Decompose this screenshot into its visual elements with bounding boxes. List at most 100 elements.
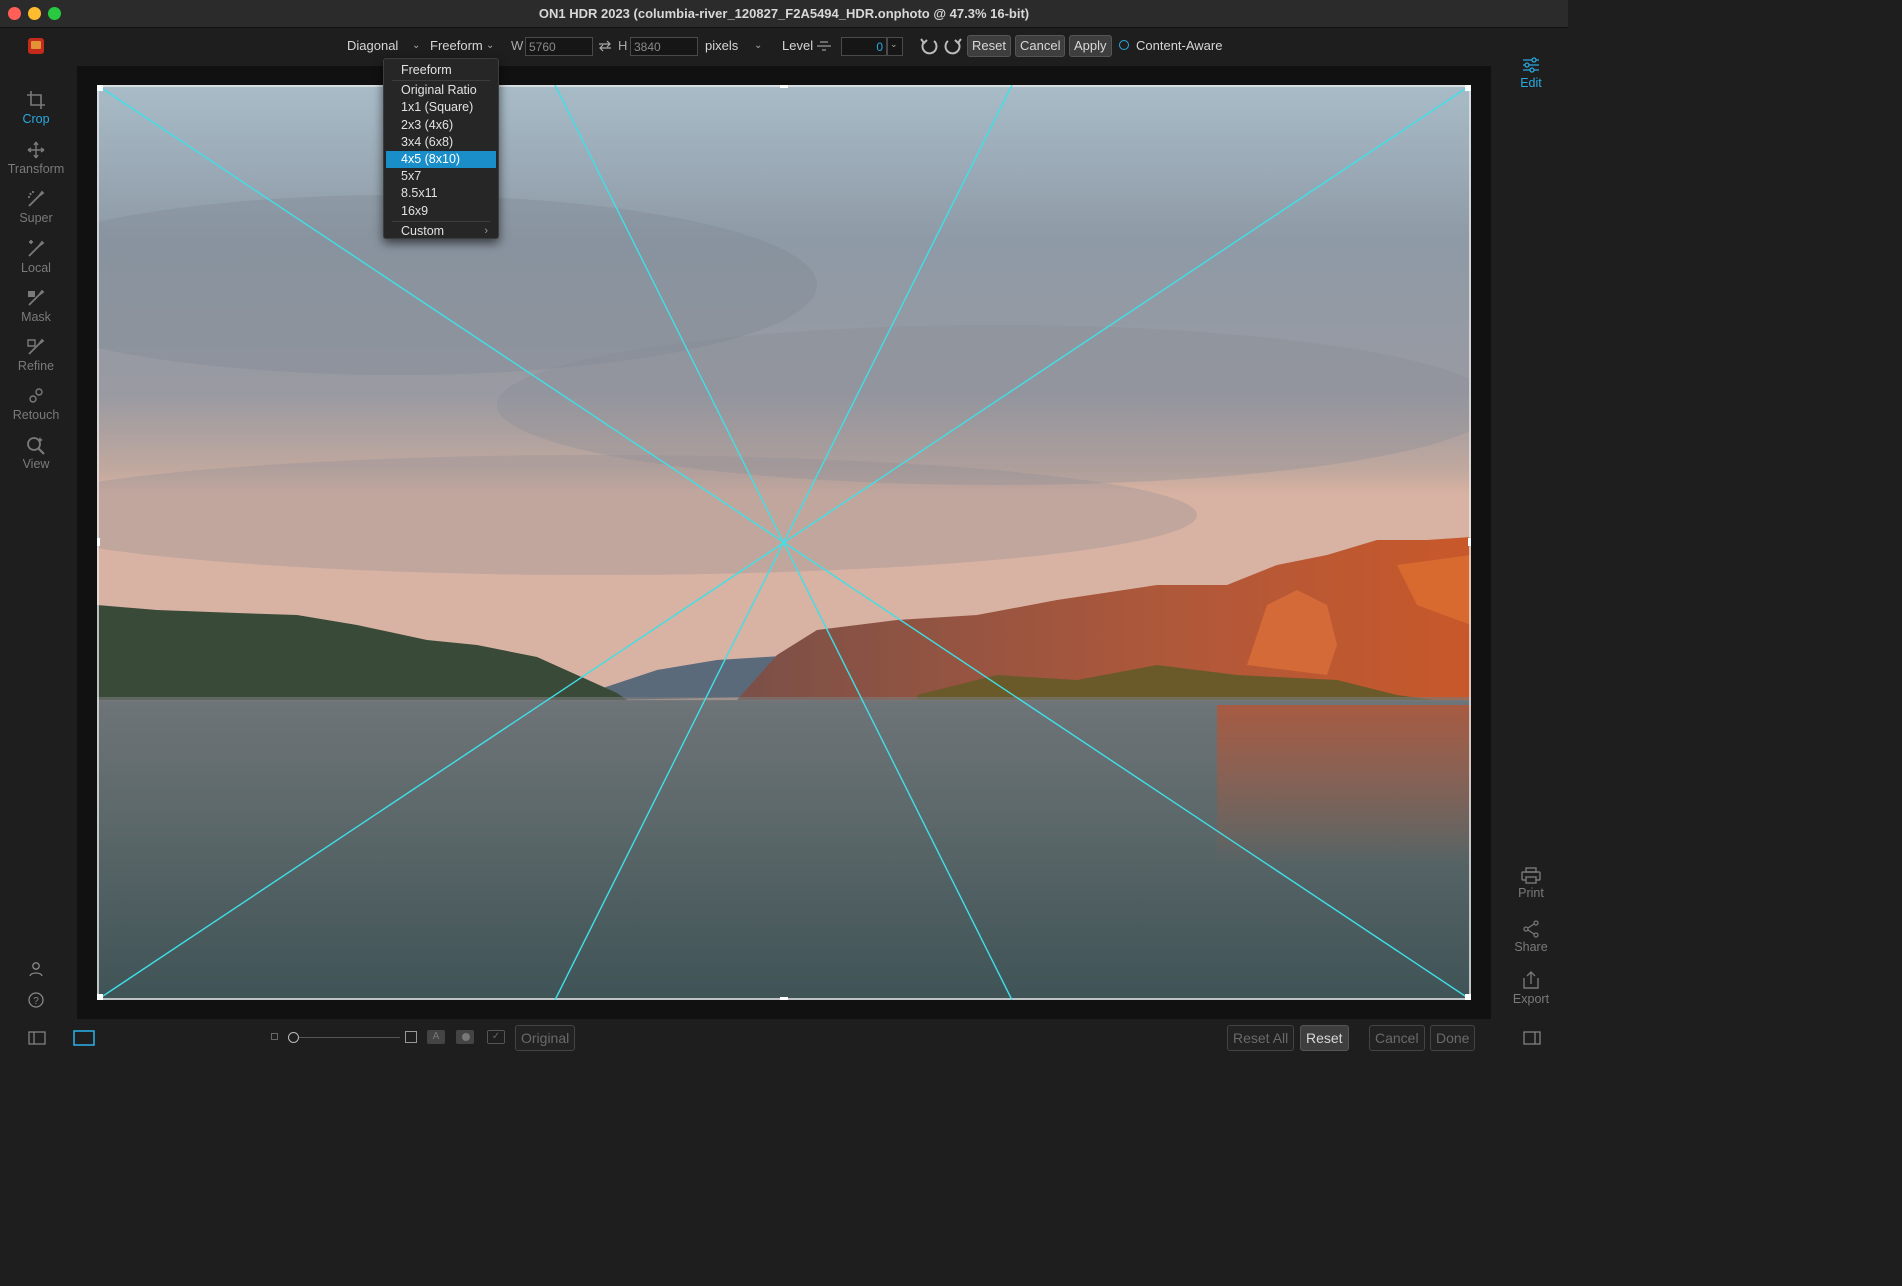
super-brush-icon bbox=[28, 190, 45, 207]
refine-brush-icon bbox=[27, 338, 45, 355]
tool-label: Super bbox=[19, 211, 53, 225]
window-title: ON1 HDR 2023 (columbia-river_120827_F2A5… bbox=[538, 6, 1030, 21]
menu-item-custom[interactable]: Custom › bbox=[384, 223, 498, 240]
crop-handle bbox=[97, 538, 100, 546]
crop-toolbar: Diagonal ⌄ Freeform ⌄ W H pixels ⌄ Level… bbox=[0, 28, 1568, 64]
export-icon bbox=[1523, 971, 1539, 989]
tool-label: Retouch bbox=[12, 408, 60, 422]
crop-handle bbox=[780, 85, 788, 88]
level-label: Level bbox=[782, 38, 814, 53]
level-tool-icon[interactable] bbox=[816, 39, 832, 53]
app-logo-icon bbox=[28, 38, 44, 54]
toggle-right-panel-icon[interactable] bbox=[1523, 1031, 1541, 1045]
menu-item-4x5[interactable]: 4x5 (8x10) bbox=[386, 150, 496, 169]
reset-all-button[interactable]: Reset All bbox=[1227, 1025, 1295, 1051]
menu-item-2x3[interactable]: 2x3 (4x6) bbox=[384, 117, 498, 134]
tool-refine[interactable]: Refine bbox=[0, 337, 72, 373]
module-label: Share bbox=[1514, 940, 1548, 954]
tool-mask[interactable]: Mask bbox=[0, 288, 72, 324]
aspect-ratio-menu: Freeform Original Ratio 1x1 (Square) 2x3… bbox=[383, 58, 499, 239]
tool-local[interactable]: Local bbox=[0, 239, 72, 275]
tool-retouch[interactable]: Retouch bbox=[0, 386, 72, 422]
zoom-slider-thumb[interactable] bbox=[288, 1032, 299, 1043]
tool-crop[interactable]: Crop bbox=[0, 90, 72, 126]
menu-item-label: Custom bbox=[401, 223, 445, 238]
svg-text:?: ? bbox=[33, 996, 39, 1007]
level-input[interactable] bbox=[841, 37, 887, 56]
menu-item-8-5x11[interactable]: 8.5x11 bbox=[384, 185, 498, 202]
original-preview-button[interactable]: Original bbox=[515, 1025, 576, 1051]
tool-sidebar: Crop Transform Super Local Mask Refine R… bbox=[0, 64, 72, 1024]
crop-icon bbox=[27, 91, 45, 109]
crop-handle bbox=[1468, 538, 1471, 546]
cancel-button[interactable]: Cancel bbox=[1369, 1025, 1425, 1051]
width-input[interactable] bbox=[525, 37, 593, 56]
tool-label: View bbox=[22, 457, 50, 471]
width-label: W bbox=[511, 38, 524, 53]
single-view-icon[interactable] bbox=[73, 1030, 95, 1046]
height-input[interactable] bbox=[630, 37, 698, 56]
aspect-preset-select[interactable]: Freeform bbox=[430, 38, 483, 53]
units-select[interactable]: pixels bbox=[705, 38, 738, 53]
content-aware-radio[interactable] bbox=[1119, 40, 1129, 50]
mask-dot-icon bbox=[462, 1033, 470, 1041]
tool-super[interactable]: Super bbox=[0, 189, 72, 225]
print-button[interactable]: Print bbox=[1494, 866, 1568, 900]
module-label: Print bbox=[1518, 886, 1544, 900]
right-sidebar: Edit Print Share Export bbox=[1494, 57, 1568, 1024]
retouch-icon bbox=[29, 388, 43, 403]
swap-dimensions-icon[interactable] bbox=[598, 40, 612, 52]
rotate-left-icon[interactable] bbox=[919, 36, 939, 56]
crop-handle bbox=[97, 994, 103, 1000]
reset-button[interactable]: Reset bbox=[1300, 1025, 1349, 1051]
tool-transform[interactable]: Transform bbox=[0, 140, 72, 176]
tool-label: Transform bbox=[7, 162, 65, 176]
chevron-down-icon[interactable]: ⌄ bbox=[412, 40, 420, 51]
menu-item-freeform[interactable]: Freeform bbox=[384, 62, 498, 79]
chevron-down-icon[interactable]: ⌄ bbox=[486, 40, 494, 51]
content-aware-label[interactable]: Content-Aware bbox=[1136, 38, 1222, 53]
auto-adjust-icon[interactable]: A bbox=[427, 1030, 445, 1044]
module-label: Edit bbox=[1520, 76, 1542, 90]
reset-crop-button[interactable]: Reset bbox=[967, 35, 1011, 57]
module-label: Export bbox=[1512, 992, 1550, 1006]
menu-separator bbox=[392, 80, 490, 82]
toggle-left-panel-icon[interactable] bbox=[28, 1031, 46, 1045]
sliders-icon bbox=[1523, 57, 1539, 73]
zoom-slider-track[interactable] bbox=[296, 1037, 400, 1038]
level-stepper[interactable]: ⌄ bbox=[887, 37, 903, 56]
transform-icon bbox=[27, 141, 45, 159]
menu-item-16x9[interactable]: 16x9 bbox=[384, 203, 498, 220]
apply-crop-button[interactable]: Apply bbox=[1069, 35, 1112, 57]
rotate-right-icon[interactable] bbox=[943, 36, 963, 56]
crop-overlay[interactable] bbox=[97, 85, 1471, 1000]
menu-item-3x4[interactable]: 3x4 (6x8) bbox=[384, 134, 498, 151]
share-icon bbox=[1523, 920, 1539, 938]
crop-handle bbox=[1465, 994, 1471, 1000]
title-bar: ON1 HDR 2023 (columbia-river_120827_F2A5… bbox=[0, 0, 1568, 28]
menu-item-original-ratio[interactable]: Original Ratio bbox=[384, 82, 498, 99]
menu-separator bbox=[392, 220, 490, 222]
mask-brush-icon bbox=[28, 289, 45, 306]
height-label: H bbox=[618, 38, 628, 53]
zoom-large-icon bbox=[405, 1031, 417, 1043]
overlay-mode-select[interactable]: Diagonal bbox=[347, 38, 398, 53]
edit-module-button[interactable]: Edit bbox=[1494, 56, 1568, 90]
tool-view[interactable]: View bbox=[0, 435, 72, 471]
menu-item-5x7[interactable]: 5x7 bbox=[384, 168, 498, 185]
submenu-arrow-icon: › bbox=[484, 224, 488, 237]
compare-icon[interactable]: ✓ bbox=[487, 1030, 505, 1044]
export-button[interactable]: Export bbox=[1494, 970, 1568, 1006]
tool-label: Local bbox=[21, 261, 51, 275]
chevron-down-icon[interactable]: ⌄ bbox=[754, 40, 762, 51]
cancel-crop-button[interactable]: Cancel bbox=[1015, 35, 1066, 57]
tool-label: Refine bbox=[17, 359, 55, 373]
local-brush-icon bbox=[28, 240, 45, 257]
share-button[interactable]: Share bbox=[1494, 920, 1568, 954]
done-button[interactable]: Done bbox=[1430, 1025, 1476, 1051]
crop-handle bbox=[97, 85, 103, 91]
account-icon[interactable] bbox=[28, 961, 44, 977]
help-icon[interactable]: ? bbox=[28, 992, 44, 1008]
menu-item-1x1[interactable]: 1x1 (Square) bbox=[384, 99, 498, 116]
view-icon bbox=[27, 437, 45, 455]
